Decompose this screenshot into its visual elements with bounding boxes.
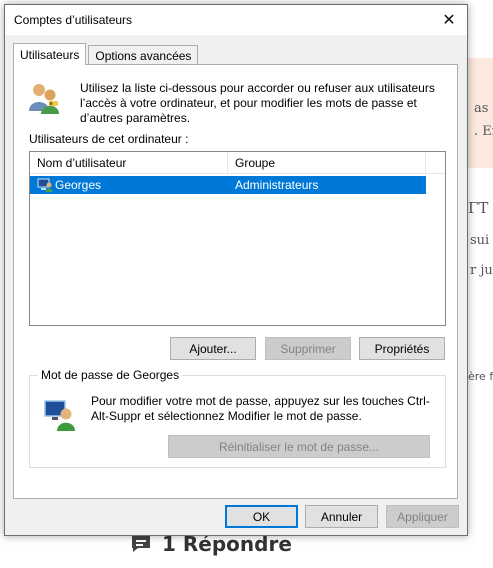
users-list-label: Utilisateurs de cet ordinateur : xyxy=(29,132,189,146)
users-icon xyxy=(29,84,59,114)
close-icon[interactable]: ✕ xyxy=(431,5,467,35)
row-username-cell[interactable]: Georges xyxy=(30,176,228,194)
background-text: as la xyxy=(474,101,493,116)
background-text: ΓT ▾ xyxy=(468,199,493,217)
background-text: ère f xyxy=(468,370,493,383)
cancel-button[interactable]: Annuler xyxy=(305,505,378,528)
remove-user-button[interactable]: Supprimer xyxy=(265,337,351,360)
title-bar[interactable]: Comptes d’utilisateurs ✕ xyxy=(5,5,467,35)
password-user-icon xyxy=(44,400,75,431)
comment-icon xyxy=(132,536,150,552)
users-list[interactable]: Nom d’utilisateur Groupe Georges Adminis… xyxy=(29,151,446,326)
ok-button[interactable]: OK xyxy=(225,505,298,528)
row-group-cell[interactable]: Administrateurs xyxy=(228,176,426,194)
password-group: Mot de passe de Georges Pour modifier vo… xyxy=(29,368,446,468)
row-username: Georges xyxy=(55,178,102,192)
tab-users[interactable]: Utilisateurs xyxy=(13,43,87,65)
list-header: Nom d’utilisateur Groupe xyxy=(30,152,445,174)
user-row-icon xyxy=(37,178,53,192)
list-row[interactable]: Georges Administrateurs xyxy=(30,176,445,194)
password-group-legend: Mot de passe de Georges xyxy=(38,368,183,382)
window-title: Comptes d’utilisateurs xyxy=(14,13,133,27)
intro-text: Utilisez la liste ci-dessous pour accord… xyxy=(80,81,435,125)
reset-password-button[interactable]: Réinitialiser le mot de passe... xyxy=(168,435,430,458)
add-user-button[interactable]: Ajouter... xyxy=(170,337,256,360)
password-instructions: Pour modifier votre mot de passe, appuye… xyxy=(91,394,430,423)
background-text: . En xyxy=(474,124,493,139)
column-header-username[interactable]: Nom d’utilisateur xyxy=(30,152,228,173)
tab-strip: Utilisateurs Options avancées xyxy=(13,43,200,65)
users-tab-panel: Utilisez la liste ci-dessous pour accord… xyxy=(13,64,458,499)
tab-advanced-options[interactable]: Options avancées xyxy=(88,45,199,65)
background-text: r ju xyxy=(470,263,493,278)
background-text: sui xyxy=(470,233,490,248)
apply-button[interactable]: Appliquer xyxy=(386,505,459,528)
user-accounts-dialog: Comptes d’utilisateurs ✕ Utilisateurs Op… xyxy=(4,4,468,536)
properties-button[interactable]: Propriétés xyxy=(359,337,445,360)
column-header-group[interactable]: Groupe xyxy=(228,152,426,173)
